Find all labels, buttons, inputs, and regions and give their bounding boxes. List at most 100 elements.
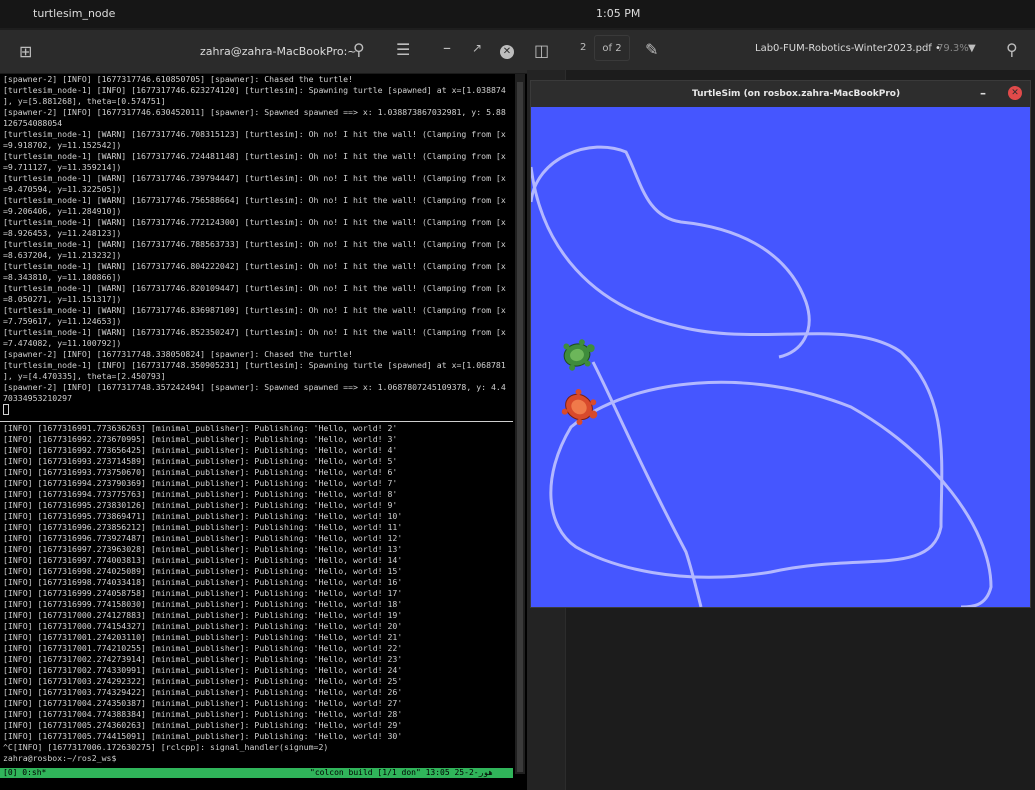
terminal-line: [turtlesim_node-1] [WARN] [1677317746.70… [3,129,506,139]
terminal-header: ⊞ zahra@zahra-MacBookPro:~ ⚲ ☰ – ↗ ✕ [0,30,527,74]
maximize-icon[interactable]: ↗ [472,42,482,54]
terminal-line: [INFO] [1677316999.774158030] [minimal_p… [3,599,403,609]
terminal-line: [turtlesim_node-1] [WARN] [1677317746.75… [3,195,506,205]
zoom-dropdown-icon[interactable]: ▼ [968,43,976,54]
terminal-line: [INFO] [1677316994.773775763] [minimal_p… [3,489,398,499]
pdf-toolbar: ◫ 2 of 2 ✎ Lab0-FUM-Robotics-Winter2023.… [527,30,1035,70]
terminal-line: [turtlesim_node-1] [WARN] [1677317746.80… [3,261,506,271]
minimize-icon[interactable]: – [443,40,451,56]
top-bar: turtlesim_node 1:05 PM [0,0,1035,28]
terminal-line: [INFO] [1677316999.274058758] [minimal_p… [3,588,403,598]
terminal-line: [INFO] [1677317003.774329422] [minimal_p… [3,687,403,697]
terminal-line: [turtlesim_node-1] [WARN] [1677317746.72… [3,151,506,161]
terminal-line: [INFO] [1677317005.774415091] [minimal_p… [3,731,403,741]
terminal-line: [INFO] [1677316994.273790369] [minimal_p… [3,478,398,488]
annotate-pen-icon[interactable]: ✎ [645,40,658,59]
terminal-line: ^C[INFO] [1677317006.172630275] [rclcpp]… [3,742,329,752]
terminal-line: [INFO] [1677316993.773750670] [minimal_p… [3,467,398,477]
terminal-line: zahra@rosbox:~/ros2_ws$ [3,753,117,763]
sidebar-toggle-icon[interactable]: ◫ [534,41,549,60]
terminal-line: =9.918702, y=11.152542]) [3,140,122,150]
terminal-scrollbar[interactable] [515,74,525,774]
scrollbar-thumb[interactable] [517,82,523,772]
turtlesim-titlebar[interactable]: TurtleSim (on rosbox.zahra-MacBookPro) –… [531,81,1030,107]
tmux-status-right: "colcon build [1/1 don" 13:05 25-2-هور [310,768,494,777]
terminal-line: [INFO] [1677317000.274127883] [minimal_p… [3,610,403,620]
terminal-line: =7.759617, y=11.124653]) [3,316,122,326]
terminal-line: [turtlesim_node-1] [WARN] [1677317746.77… [3,217,506,227]
new-tab-icon[interactable]: ⊞ [19,44,32,60]
zoom-level[interactable]: 79.3% [937,43,969,54]
terminal-line: =8.926453, y=11.248123]) [3,228,122,238]
terminal-line: [INFO] [1677317003.274292322] [minimal_p… [3,676,403,686]
terminal-line: [INFO] [1677316991.773636263] [minimal_p… [3,423,398,433]
terminal-line: [INFO] [1677317004.274350387] [minimal_p… [3,698,403,708]
terminal-line: [spawner-2] [INFO] [1677317746.610850705… [3,74,353,84]
terminal-line: [INFO] [1677316998.774033418] [minimal_p… [3,577,403,587]
turtlesim-window: TurtleSim (on rosbox.zahra-MacBookPro) –… [529,80,1031,609]
clock[interactable]: 1:05 PM [596,7,640,20]
pane-divider[interactable] [0,421,513,422]
terminal-line: [INFO] [1677317001.774210255] [minimal_p… [3,643,403,653]
terminal-line: 126754088054 [3,118,63,128]
search-icon[interactable]: ⚲ [353,42,365,58]
terminal-window: ⊞ zahra@zahra-MacBookPro:~ ⚲ ☰ – ↗ ✕ [sp… [0,30,527,790]
terminal-line: [INFO] [1677317000.774154327] [minimal_p… [3,621,403,631]
turtle1-green [563,339,595,371]
close-icon[interactable]: ✕ [500,45,514,59]
pdf-file-name: Lab0-FUM-Robotics-Winter2023.pdf • [755,43,941,54]
terminal-line: [INFO] [1677316997.273963028] [minimal_p… [3,544,403,554]
terminal-pane-spawner-log[interactable]: [spawner-2] [INFO] [1677317746.610850705… [0,74,515,448]
menu-icon[interactable]: ☰ [396,42,410,58]
turtlesim-title: TurtleSim (on rosbox.zahra-MacBookPro) [692,89,901,99]
terminal-line: ], y=[5.881268], theta=[0.574751] [3,96,166,106]
terminal-cursor-line [3,404,515,415]
terminal-line: 70334953210297 [3,393,73,403]
terminal-line: [turtlesim_node-1] [WARN] [1677317746.73… [3,173,506,183]
terminal-title: zahra@zahra-MacBookPro:~ [200,45,357,58]
active-app-name: turtlesim_node [33,7,116,20]
terminal-line: [INFO] [1677317004.774388384] [minimal_p… [3,709,403,719]
terminal-line: =7.474082, y=11.100792]) [3,338,122,348]
terminal-line: =8.637204, y=11.213232]) [3,250,122,260]
terminal-line: [INFO] [1677316995.273830126] [minimal_p… [3,500,398,510]
turtle-path-svg [529,145,993,609]
terminal-line: [INFO] [1677316998.274025089] [minimal_p… [3,566,403,576]
terminal-pane-publisher-log[interactable]: [INFO] [1677316991.773636263] [minimal_p… [0,423,515,773]
terminal-line: [INFO] [1677317002.774330991] [minimal_p… [3,665,403,675]
page-count: of 2 [594,35,630,61]
terminal-line: =9.206406, y=11.284910]) [3,206,122,216]
terminal-line: =8.343810, y=11.180866]) [3,272,122,282]
terminal-line: [turtlesim_node-1] [INFO] [1677317748.35… [3,360,506,370]
turtlesim-minimize-icon[interactable]: – [980,86,986,100]
terminal-line: [turtlesim_node-1] [WARN] [1677317746.85… [3,327,506,337]
terminal-line: [INFO] [1677316992.773656425] [minimal_p… [3,445,398,455]
terminal-line: [INFO] [1677316995.773869471] [minimal_p… [3,511,403,521]
pdf-search-icon[interactable]: ⚲ [1006,40,1018,59]
terminal-line: ], y=[4.470335], theta=[2.450793] [3,371,166,381]
turtlesim-canvas [529,107,1030,609]
terminal-line: [INFO] [1677316992.273670995] [minimal_p… [3,434,398,444]
terminal-line: [INFO] [1677317005.274360263] [minimal_p… [3,720,403,730]
terminal-line: [INFO] [1677316996.773927487] [minimal_p… [3,533,403,543]
terminal-line: =9.470594, y=11.322505]) [3,184,122,194]
terminal-cursor [3,404,9,415]
turtlesim-close-icon[interactable]: ✕ [1008,86,1022,100]
terminal-line: [INFO] [1677317001.274203110] [minimal_p… [3,632,403,642]
tmux-window-label[interactable]: [0] 0:sh* [3,768,46,778]
tmux-status-bar: [0] 0:sh* "colcon build [1/1 don" 13:05 … [0,768,513,778]
turtle-trail-2 [529,166,993,609]
terminal-line: [INFO] [1677316996.273856212] [minimal_p… [3,522,403,532]
terminal-line: [INFO] [1677316997.774003813] [minimal_p… [3,555,403,565]
terminal-line: [spawner-2] [INFO] [1677317748.338050824… [3,349,353,359]
terminal-line: [turtlesim_node-1] [INFO] [1677317746.62… [3,85,506,95]
terminal-line: [spawner-2] [INFO] [1677317746.630452011… [3,107,506,117]
terminal-line: =8.050271, y=11.151317]) [3,294,122,304]
terminal-line: [turtlesim_node-1] [WARN] [1677317746.82… [3,283,506,293]
terminal-line: =9.711127, y=11.359214]) [3,162,122,172]
terminal-line: [INFO] [1677317002.274273914] [minimal_p… [3,654,403,664]
terminal-line: [INFO] [1677316993.273714589] [minimal_p… [3,456,398,466]
terminal-line: [turtlesim_node-1] [WARN] [1677317746.83… [3,305,506,315]
page-number-input[interactable]: 2 [580,42,586,53]
terminal-line: [spawner-2] [INFO] [1677317748.357242494… [3,382,506,392]
